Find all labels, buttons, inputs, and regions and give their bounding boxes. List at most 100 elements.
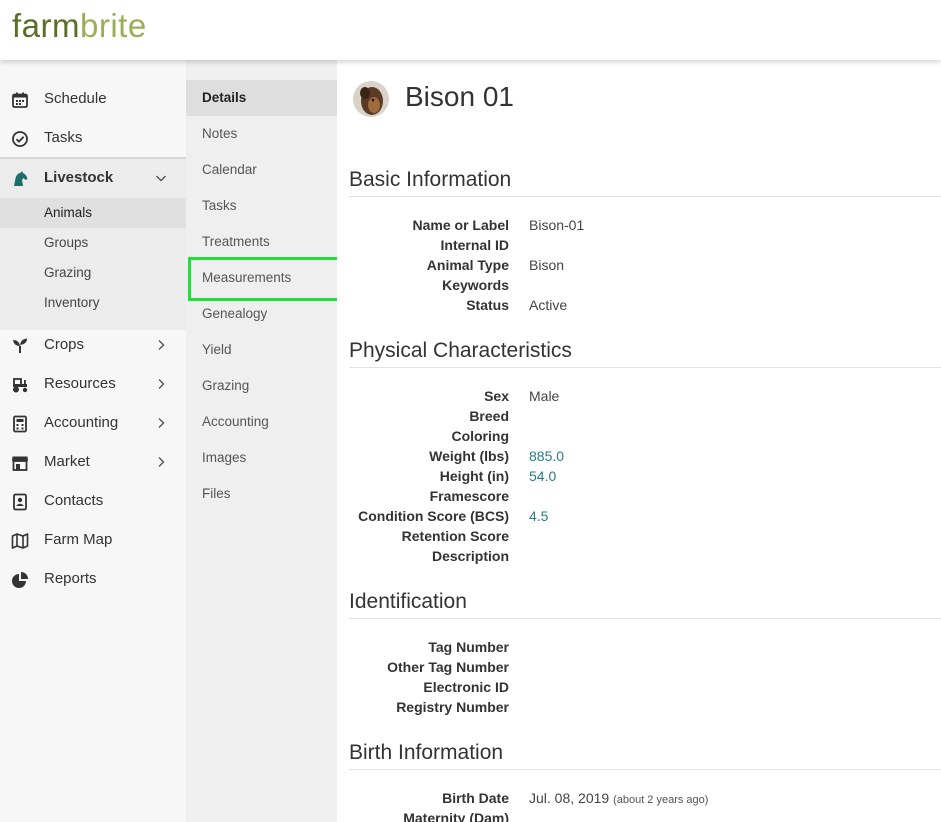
section-title-birth: Birth Information: [349, 741, 941, 770]
tab-files[interactable]: Files: [186, 476, 337, 512]
chevron-right-icon: [158, 418, 165, 428]
field-label: Sex: [484, 388, 509, 404]
sidebar-item-schedule[interactable]: Schedule: [0, 80, 186, 119]
field-row: Coloring: [337, 428, 941, 448]
sidebar-item-accounting[interactable]: Accounting: [0, 404, 186, 443]
tab-label: Tasks: [202, 198, 237, 213]
tractor-icon: [13, 378, 28, 393]
tab-accounting[interactable]: Accounting: [186, 404, 337, 440]
tab-tasks[interactable]: Tasks: [186, 188, 337, 224]
field-row: Birth Date Jul. 08, 2019 (about 2 years …: [337, 790, 941, 810]
sidebar-item-label: Market: [44, 453, 90, 470]
field-value: Male: [529, 388, 560, 404]
tab-grazing[interactable]: Grazing: [186, 368, 337, 404]
field-label: Retention Score: [401, 528, 509, 544]
tab-label: Calendar: [202, 162, 257, 177]
field-label: Height (in): [439, 468, 509, 484]
field-row: Height (in) 54.0: [337, 468, 941, 488]
sidebar-subitem-label: Animals: [44, 205, 93, 220]
map-icon: [11, 533, 29, 549]
section-title-basic: Basic Information: [349, 168, 941, 197]
sidebar-subitem-label: Inventory: [44, 295, 100, 310]
field-row: Condition Score (BCS) 4.5: [337, 508, 941, 528]
birth-date-text: Jul. 08, 2019: [529, 790, 610, 806]
section-title-identification: Identification: [349, 590, 941, 619]
field-label: Birth Date: [442, 790, 509, 806]
tab-yield[interactable]: Yield: [186, 332, 337, 368]
field-label: Breed: [469, 408, 509, 424]
tab-label: Accounting: [202, 414, 269, 429]
sidebar-item-farm-map[interactable]: Farm Map: [0, 521, 186, 560]
sidebar-item-label: Farm Map: [44, 531, 113, 548]
tab-notes[interactable]: Notes: [186, 116, 337, 152]
field-row: Electronic ID: [337, 679, 941, 699]
weight-value-link[interactable]: 885.0: [529, 448, 564, 464]
field-row: Weight (lbs) 885.0: [337, 448, 941, 468]
sidebar-item-tasks[interactable]: Tasks: [0, 119, 186, 158]
field-label: Coloring: [451, 428, 509, 444]
field-row: Maternity (Dam): [337, 810, 941, 822]
sidebar-item-livestock[interactable]: Livestock: [0, 159, 186, 198]
field-value: Active: [529, 297, 568, 313]
tab-measurements[interactable]: Measurements: [186, 260, 337, 296]
field-value: Bison-01: [529, 217, 585, 233]
sidebar-item-label: Resources: [44, 375, 116, 392]
sidebar-item-reports[interactable]: Reports: [0, 560, 186, 599]
sidebar-subitem-animals[interactable]: Animals: [0, 198, 186, 228]
sidebar-item-label: Reports: [44, 570, 97, 587]
tab-label: Treatments: [202, 234, 270, 249]
chevron-down-icon: [156, 175, 166, 182]
farmbrite-logo[interactable]: farmbrite: [12, 6, 147, 46]
sidebar-subitem-grazing[interactable]: Grazing: [0, 258, 186, 288]
field-label: Tag Number: [428, 639, 509, 655]
tab-label: Files: [202, 486, 231, 501]
tab-images[interactable]: Images: [186, 440, 337, 476]
field-row: Animal Type Bison: [337, 257, 941, 277]
field-row: Sex Male: [337, 388, 941, 408]
bcs-value-link[interactable]: 4.5: [529, 508, 548, 524]
field-label: Weight (lbs): [429, 448, 509, 464]
sidebar-item-label: Schedule: [44, 90, 107, 107]
field-row: Breed: [337, 408, 941, 428]
field-label: Keywords: [442, 277, 509, 293]
tab-treatments[interactable]: Treatments: [186, 224, 337, 260]
pie-chart-icon: [12, 572, 28, 588]
field-row: Tag Number: [337, 639, 941, 659]
field-label: Description: [431, 548, 509, 564]
bison-photo-icon: [353, 81, 389, 117]
field-row: Registry Number: [337, 699, 941, 719]
store-icon: [12, 456, 28, 471]
field-value: Bison: [529, 257, 565, 273]
field-row: Description: [337, 548, 941, 568]
chevron-right-icon: [158, 379, 165, 389]
field-label: Electronic ID: [423, 679, 509, 695]
field-row: Framescore: [337, 488, 941, 508]
animal-avatar[interactable]: [353, 81, 389, 117]
horse-icon: [14, 171, 28, 186]
tab-genealogy[interactable]: Genealogy: [186, 296, 337, 332]
tab-label: Notes: [202, 126, 238, 141]
tab-details[interactable]: Details: [186, 80, 337, 116]
section-title-physical: Physical Characteristics: [349, 339, 941, 368]
height-value-link[interactable]: 54.0: [529, 468, 556, 484]
sidebar-item-resources[interactable]: Resources: [0, 365, 186, 404]
animal-detail-nav: Details Notes Calendar Tasks Treatments …: [186, 60, 337, 822]
sidebar-item-crops[interactable]: Crops: [0, 326, 186, 365]
sidebar-item-label: Tasks: [44, 129, 83, 146]
tab-calendar[interactable]: Calendar: [186, 152, 337, 188]
field-row: Keywords: [337, 277, 941, 297]
sidebar-item-label: Accounting: [44, 414, 119, 431]
page-title: Bison 01: [405, 81, 514, 112]
main-sidebar: Schedule Tasks Livestock Animals Groups …: [0, 60, 186, 822]
sidebar-item-label: Crops: [44, 336, 85, 353]
sidebar-item-market[interactable]: Market: [0, 443, 186, 482]
birth-date-relative: (about 2 years ago): [613, 794, 709, 806]
sidebar-subitem-groups[interactable]: Groups: [0, 228, 186, 258]
field-label: Animal Type: [426, 257, 509, 273]
field-label: Other Tag Number: [387, 659, 509, 675]
tab-label: Grazing: [202, 378, 250, 393]
sidebar-subitem-inventory[interactable]: Inventory: [0, 288, 186, 318]
logo-part-farm: farm: [12, 7, 80, 44]
sidebar-item-contacts[interactable]: Contacts: [0, 482, 186, 521]
field-label: Framescore: [429, 488, 509, 504]
